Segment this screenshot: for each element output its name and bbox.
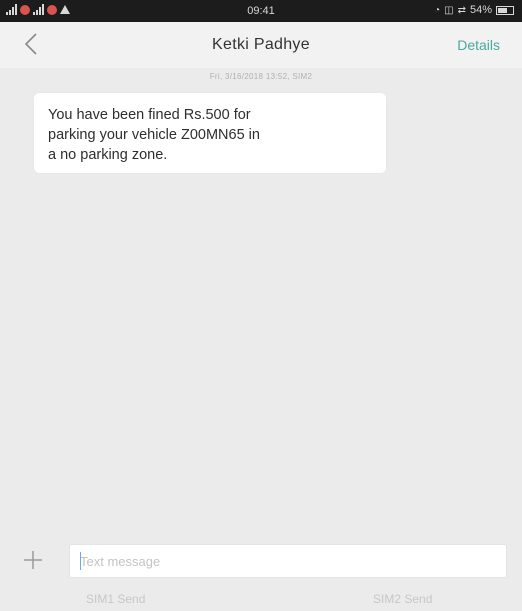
sim2-send-button[interactable]: SIM2 Send bbox=[373, 592, 432, 606]
conversation-header: Ketki Padhye Details bbox=[0, 22, 522, 68]
message-text-line: parking your vehicle Z00MN65 in bbox=[48, 127, 260, 143]
message-timestamp: Fri, 3/16/2018 13:52, SIM2 bbox=[209, 72, 313, 81]
sim1-send-button[interactable]: SIM1 Send bbox=[86, 592, 145, 606]
vibrate-icon: ◫ bbox=[444, 4, 454, 16]
status-right-icons: ◔ ◫ ⇄ 54% bbox=[434, 4, 514, 16]
status-bar: 09:41 ◔ ◫ ⇄ 54% bbox=[0, 0, 522, 22]
message-text-line: a no parking zone. bbox=[48, 147, 168, 163]
message-bubble[interactable]: You have been fined Rs.500 for parking y… bbox=[34, 93, 386, 173]
details-button[interactable]: Details bbox=[457, 37, 500, 53]
battery-percent: 54% bbox=[469, 4, 492, 16]
alarm-icon: ◔ bbox=[434, 4, 441, 16]
compose-bar: SIM1 Send SIM2 Send bbox=[0, 535, 522, 611]
text-cursor bbox=[80, 552, 81, 570]
message-text-line: You have been fined Rs.500 for bbox=[48, 107, 251, 123]
message-input[interactable] bbox=[69, 544, 507, 578]
plus-icon bbox=[24, 551, 42, 569]
data-arrows-icon: ⇄ bbox=[457, 4, 466, 16]
battery-icon bbox=[496, 5, 514, 15]
contact-name: Ketki Padhye bbox=[212, 36, 310, 53]
add-attachment-button[interactable] bbox=[20, 547, 46, 573]
